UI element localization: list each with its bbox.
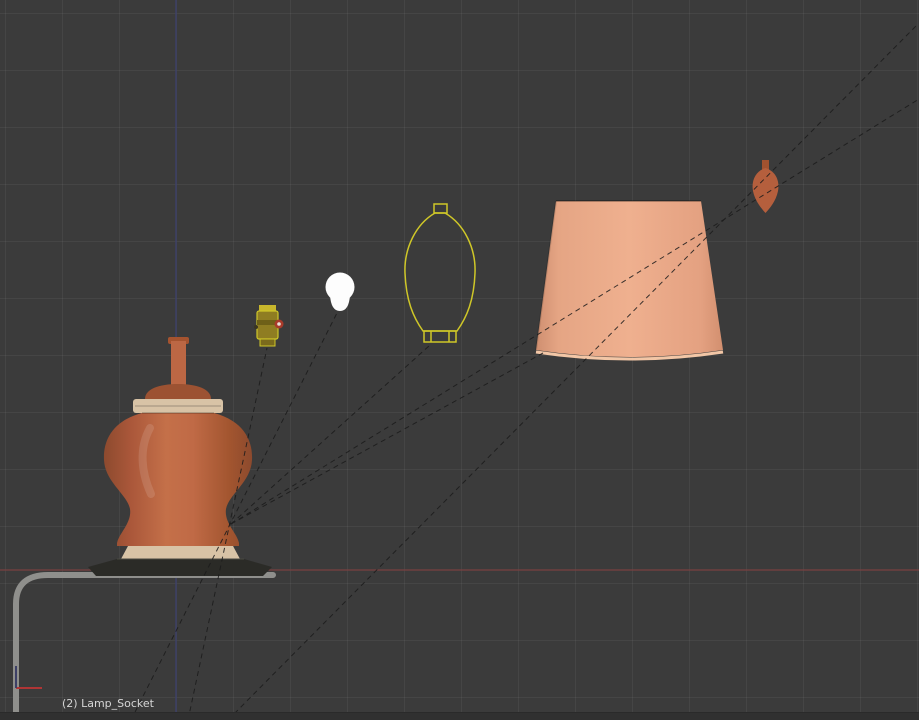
relationship-line-long bbox=[228, 26, 916, 720]
lamp-cap bbox=[145, 384, 211, 399]
harp-top-tab bbox=[434, 204, 447, 213]
lamp-vase-body bbox=[104, 413, 252, 546]
mini-axis-gizmo bbox=[16, 666, 42, 688]
socket-base bbox=[260, 339, 275, 346]
harp-foot bbox=[424, 331, 456, 342]
bottom-editor-edge bbox=[0, 713, 919, 720]
relationship-lines bbox=[131, 26, 919, 720]
light-bulb-object[interactable] bbox=[326, 273, 355, 312]
harp-outline bbox=[405, 213, 475, 331]
3d-viewport[interactable]: (2) Lamp_Socket bbox=[0, 0, 919, 720]
finial-body bbox=[753, 168, 779, 213]
lamp-base-object[interactable] bbox=[88, 337, 272, 576]
socket-knob-center bbox=[277, 322, 281, 326]
bulb-globe bbox=[326, 273, 355, 302]
relationship-line-harp bbox=[231, 346, 429, 524]
socket-left-stud bbox=[254, 325, 258, 329]
lamp-rod bbox=[171, 341, 186, 385]
lampshade-body bbox=[536, 201, 723, 357]
bottom-strip bbox=[0, 713, 919, 720]
relationship-line-shade bbox=[231, 353, 543, 524]
active-object-label: (2) Lamp_Socket bbox=[62, 697, 155, 710]
lamp-base-plate bbox=[88, 559, 272, 576]
lamp-socket-object[interactable] bbox=[254, 305, 284, 346]
lampshade-object[interactable] bbox=[536, 201, 723, 359]
viewport-canvas: (2) Lamp_Socket bbox=[0, 0, 919, 720]
lamp-harp-object[interactable] bbox=[405, 204, 475, 342]
